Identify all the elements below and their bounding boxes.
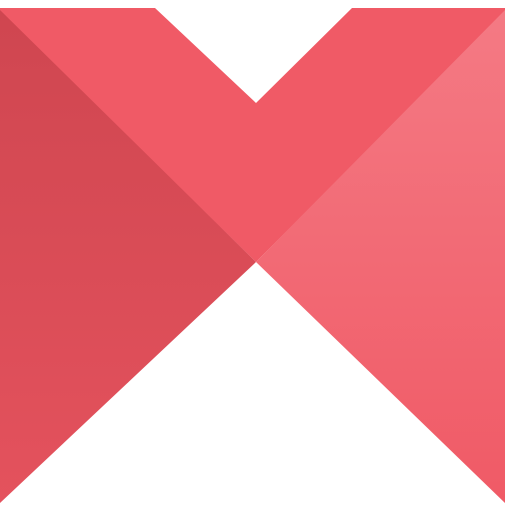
m-logo-icon bbox=[0, 8, 505, 503]
app-icon-canvas bbox=[0, 0, 512, 512]
